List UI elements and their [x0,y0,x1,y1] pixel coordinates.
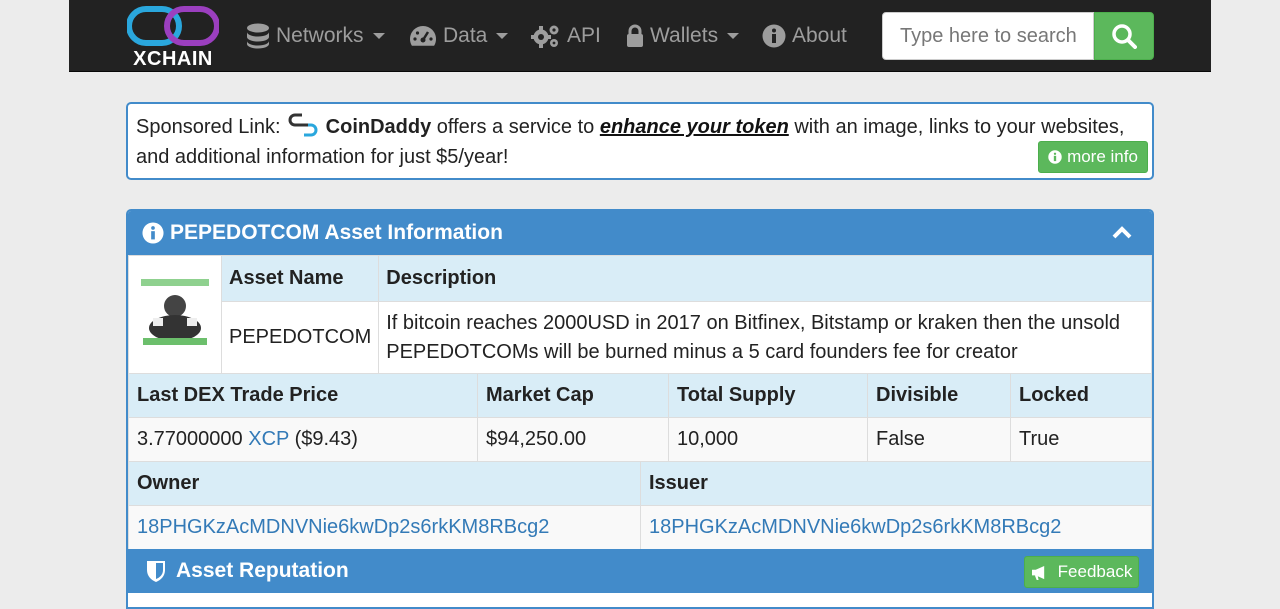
info-circle-icon [1048,150,1062,164]
nav-wallets[interactable]: Wallets [626,22,740,50]
asset-reputation-heading[interactable]: Asset Reputation Feedback [128,549,1152,593]
divisible-header: Divisible [867,373,1011,418]
caret-down-icon [496,33,509,39]
divisible-value: False [867,417,1011,462]
locked-header: Locked [1010,373,1152,418]
nav-about[interactable]: About [762,22,847,50]
price-amount: 3.77000000 [137,428,243,450]
more-info-label: more info [1067,147,1138,166]
asset-reputation-title: Asset Reputation [176,559,349,582]
lock-icon [627,24,643,47]
logo-text: XCHAIN [133,48,213,70]
nav-about-label: About [792,24,847,47]
asset-info-heading[interactable]: PEPEDOTCOM Asset Information [128,211,1152,255]
asset-name-header: Asset Name [220,255,380,302]
asset-image-cell [128,255,222,374]
coindaddy-logo-icon [288,113,318,137]
sponsor-prefix: Sponsored Link: [136,116,281,138]
asset-image [139,275,211,348]
enhance-token-link[interactable]: enhance your token [600,116,789,138]
total-supply-value: 10,000 [668,417,868,462]
more-info-button[interactable]: more info [1038,141,1148,173]
locked-value: True [1010,417,1152,462]
owner-address-link[interactable]: 18PHGKzAcMDNVNie6kwDp2s6rkKM8RBcg2 [137,516,549,538]
nav-data[interactable]: Data [409,22,509,50]
cogs-icon [531,25,559,48]
bullhorn-icon [1031,565,1044,580]
last-price-value: 3.77000000 XCP ($9.43) [128,417,478,462]
nav-api[interactable]: API [531,22,601,50]
nav-wallets-label: Wallets [650,24,719,47]
owner-header: Owner [128,461,641,506]
info-circle-icon [142,222,164,244]
asset-info-panel: PEPEDOTCOM Asset Information Asset Name … [126,209,1154,609]
description-header: Description [378,255,1152,302]
nav-networks[interactable]: Networks [246,22,385,50]
search-button[interactable] [1094,12,1154,60]
caret-down-icon [372,33,385,39]
asset-name-table: Asset Name Description PEPEDOTCOM If bit… [128,255,1152,374]
feedback-label: Feedback [1057,562,1133,581]
sponsor-middle: offers a service to [436,116,595,138]
last-price-header: Last DEX Trade Price [128,373,478,418]
issuer-address-link[interactable]: 18PHGKzAcMDNVNie6kwDp2s6rkKM8RBcg2 [649,516,1061,538]
navbar: XCHAIN Networks Data API Wallets About [69,0,1211,72]
feedback-button[interactable]: Feedback [1024,556,1139,588]
owner-cell: 18PHGKzAcMDNVNie6kwDp2s6rkKM8RBcg2 [128,505,641,550]
market-cap-header: Market Cap [477,373,669,418]
total-supply-header: Total Supply [668,373,868,418]
dashboard-icon [410,26,436,46]
xcp-link[interactable]: XCP [248,428,289,450]
description-value: If bitcoin reaches 2000USD in 2017 on Bi… [378,301,1152,374]
issuer-cell: 18PHGKzAcMDNVNie6kwDp2s6rkKM8RBcg2 [640,505,1152,550]
search-icon [1112,24,1137,49]
price-usd: ($9.43) [294,428,358,450]
sponsored-link-box: Sponsored Link: CoinDaddy offers a servi… [126,102,1154,180]
caret-down-icon [727,33,740,39]
market-table: Last DEX Trade Price Market Cap Total Su… [128,373,1152,462]
shield-icon [147,561,165,582]
owner-issuer-table: Owner Issuer 18PHGKzAcMDNVNie6kwDp2s6rkK… [128,461,1152,550]
sponsor-name[interactable]: CoinDaddy [326,116,432,138]
database-icon [247,23,269,49]
search-input[interactable] [882,12,1094,60]
nav-data-label: Data [443,24,488,47]
nav-api-label: API [567,24,601,47]
info-circle-icon [762,24,786,48]
asset-name-value: PEPEDOTCOM [220,301,380,374]
logo-rings-icon [127,6,219,46]
nav-networks-label: Networks [276,24,364,47]
asset-info-title: PEPEDOTCOM Asset Information [170,221,503,244]
chevron-up-icon[interactable] [1112,225,1132,239]
xchain-logo[interactable]: XCHAIN [125,6,221,70]
market-cap-value: $94,250.00 [477,417,669,462]
issuer-header: Issuer [640,461,1152,506]
